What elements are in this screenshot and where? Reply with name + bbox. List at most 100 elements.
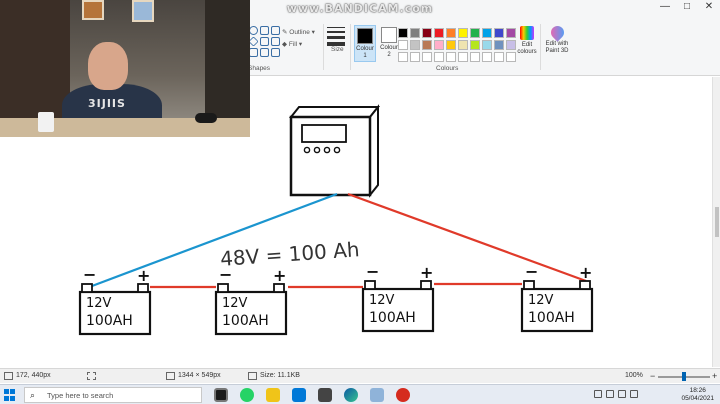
palette-swatch[interactable] bbox=[470, 40, 480, 50]
minimize-button[interactable]: — bbox=[654, 0, 676, 14]
ribbon-divider bbox=[350, 24, 351, 70]
battery-capacity: 100AH bbox=[86, 313, 133, 329]
keyboard-icon[interactable] bbox=[630, 390, 638, 398]
battery-pos-terminal bbox=[137, 283, 149, 293]
zoom-slider-thumb[interactable] bbox=[682, 372, 686, 381]
shape-oval-icon[interactable] bbox=[249, 26, 258, 35]
paint-icon[interactable] bbox=[370, 388, 384, 402]
ribbon-divider bbox=[323, 24, 324, 70]
search-icon: ⌕ bbox=[30, 390, 36, 400]
palette-swatch[interactable] bbox=[482, 28, 492, 38]
close-button[interactable]: ✕ bbox=[698, 0, 720, 14]
task-view-icon[interactable] bbox=[214, 388, 228, 402]
colours-group-label: Colours bbox=[436, 65, 459, 72]
cursor-position: 172, 440px bbox=[16, 372, 51, 379]
palette-custom-swatch[interactable] bbox=[410, 52, 420, 62]
edit-with-paint3d-button[interactable]: Edit with Paint 3D bbox=[542, 23, 572, 55]
battery-voltage: 12V bbox=[86, 296, 112, 311]
zoom-in-button[interactable]: + bbox=[712, 371, 717, 381]
edge-icon[interactable] bbox=[344, 388, 358, 402]
palette-swatch[interactable] bbox=[494, 40, 504, 50]
battery: − +12V 100AH bbox=[361, 262, 435, 333]
controller-display bbox=[301, 124, 347, 143]
shape-polygon-icon[interactable] bbox=[271, 26, 280, 35]
search-placeholder: Type here to search bbox=[47, 391, 114, 400]
negative-wire bbox=[91, 192, 338, 288]
mail-icon[interactable] bbox=[292, 388, 306, 402]
ribbon-divider bbox=[540, 24, 541, 70]
edit-colours-button[interactable]: Edit colours bbox=[514, 26, 540, 56]
palette-swatch[interactable] bbox=[410, 40, 420, 50]
colour2-label: Colour 2 bbox=[380, 45, 398, 58]
fill-dropdown[interactable]: ◆ Fill ▾ bbox=[282, 40, 302, 48]
bandicam-icon[interactable] bbox=[396, 388, 410, 402]
positive-wire bbox=[347, 192, 587, 283]
palette-custom-swatch[interactable] bbox=[470, 52, 480, 62]
palette-swatch[interactable] bbox=[458, 40, 468, 50]
palette-swatch[interactable] bbox=[458, 28, 468, 38]
shape-rect-icon[interactable] bbox=[260, 26, 269, 35]
shape-star-icon[interactable] bbox=[249, 48, 258, 57]
shape-hexagon-icon[interactable] bbox=[271, 37, 280, 46]
battery-neg-terminal bbox=[81, 283, 93, 293]
file-explorer-icon[interactable] bbox=[266, 388, 280, 402]
palette-swatch[interactable] bbox=[422, 28, 432, 38]
clock[interactable]: 18:26 05/04/2021 bbox=[681, 387, 714, 403]
palette-custom-swatch[interactable] bbox=[422, 52, 432, 62]
palette-swatch[interactable] bbox=[494, 28, 504, 38]
battery: − +12V 100AH bbox=[78, 265, 152, 336]
whatsapp-icon[interactable] bbox=[240, 388, 254, 402]
taskbar-search[interactable]: ⌕ Type here to search bbox=[24, 387, 202, 403]
size-button[interactable]: Size bbox=[326, 24, 346, 60]
palette-swatch[interactable] bbox=[398, 28, 408, 38]
size-label: Size bbox=[331, 46, 344, 53]
zoom-out-button[interactable]: − bbox=[650, 371, 655, 381]
controller-button bbox=[333, 146, 341, 154]
network-icon[interactable] bbox=[606, 390, 614, 398]
paint3d-label: Edit with Paint 3D bbox=[545, 41, 569, 54]
palette-custom-swatch[interactable] bbox=[434, 52, 444, 62]
outline-dropdown[interactable]: ✎ Outline ▾ bbox=[282, 28, 315, 36]
battery-pos-terminal bbox=[420, 280, 432, 290]
palette-custom-swatch[interactable] bbox=[446, 52, 456, 62]
battery-bank: − +12V 100AH − +12V 100AH − +12V 100AH − +12V 100AH bbox=[78, 262, 594, 336]
battery-voltage: 12V bbox=[528, 293, 554, 308]
palette-swatch[interactable] bbox=[434, 28, 444, 38]
vertical-scrollbar[interactable] bbox=[712, 77, 720, 367]
wall-picture bbox=[132, 0, 154, 22]
shape-pentagon-icon[interactable] bbox=[260, 37, 269, 46]
battery-neg-terminal bbox=[217, 283, 229, 293]
shape-heart-icon[interactable] bbox=[271, 48, 280, 57]
palette-swatch[interactable] bbox=[446, 28, 456, 38]
palette-swatch[interactable] bbox=[410, 28, 420, 38]
chevron-up-icon[interactable] bbox=[594, 390, 602, 398]
shapes-group-label: Shapes bbox=[248, 65, 271, 72]
file-size: Size: 11.1KB bbox=[260, 372, 300, 379]
maximize-button[interactable]: □ bbox=[676, 0, 698, 14]
start-button[interactable] bbox=[4, 389, 16, 401]
palette-swatch[interactable] bbox=[434, 40, 444, 50]
palette-swatch[interactable] bbox=[446, 40, 456, 50]
colour2-swatch bbox=[381, 27, 397, 43]
palette-swatch[interactable] bbox=[470, 28, 480, 38]
cursor-position-icon bbox=[4, 372, 13, 380]
scrollbar-thumb[interactable] bbox=[715, 207, 719, 237]
webcam-overlay: 3IJIIS bbox=[0, 0, 250, 137]
palette-swatch[interactable] bbox=[398, 40, 408, 50]
colour1-button[interactable]: Colour 1 bbox=[354, 25, 376, 62]
palette-custom-swatch[interactable] bbox=[458, 52, 468, 62]
colour2-button[interactable]: Colour 2 bbox=[378, 25, 400, 62]
colour1-swatch bbox=[357, 28, 373, 44]
palette-swatch[interactable] bbox=[482, 40, 492, 50]
volume-icon[interactable] bbox=[618, 390, 626, 398]
shape-callout-icon[interactable] bbox=[260, 48, 269, 57]
palette-custom-swatch[interactable] bbox=[482, 52, 492, 62]
microphone bbox=[195, 113, 217, 123]
palette-custom-swatch[interactable] bbox=[398, 52, 408, 62]
palette-swatch[interactable] bbox=[422, 40, 432, 50]
battery-capacity: 100AH bbox=[528, 310, 575, 326]
battery: − +12V 100AH bbox=[520, 262, 594, 333]
store-icon[interactable] bbox=[318, 388, 332, 402]
clock-time: 18:26 bbox=[689, 387, 706, 394]
palette-custom-swatch[interactable] bbox=[494, 52, 504, 62]
